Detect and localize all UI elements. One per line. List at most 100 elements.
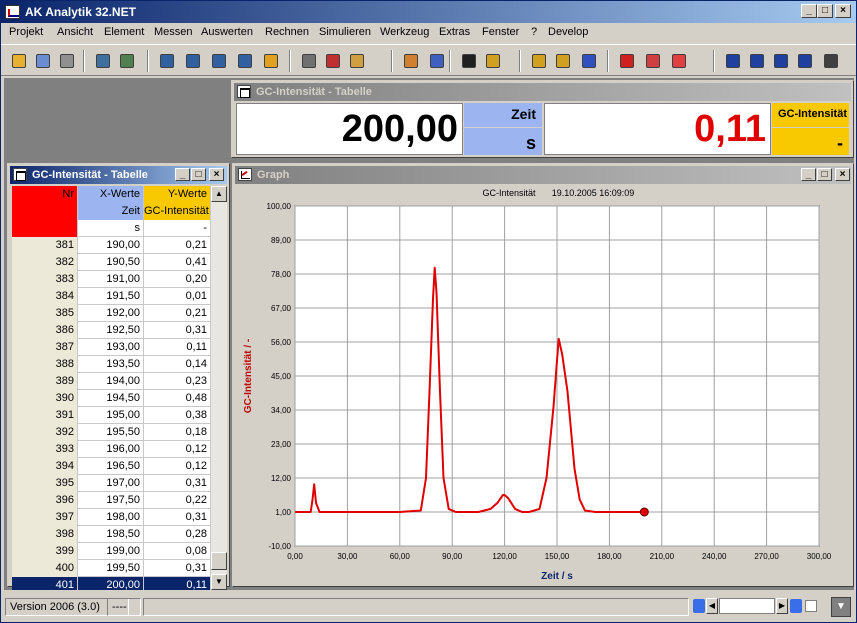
hardware-icon[interactable] [117,51,137,71]
x-value-cell[interactable]: 194,50 [78,390,144,407]
x-value-cell[interactable]: 195,50 [78,424,144,441]
row-number-cell[interactable]: 385 [12,305,78,322]
y-value-cell[interactable]: 0,21 [144,237,211,254]
row-number-cell[interactable]: 399 [12,543,78,560]
row-number-cell[interactable]: 387 [12,339,78,356]
edit-doc-icon[interactable] [427,51,447,71]
table-maximize-button[interactable]: □ [191,168,206,181]
menu-simulieren[interactable]: Simulieren [319,26,371,38]
graph-area[interactable]: 0,00 30,00 60,00 90,00 120,00 150,00 180,00 210… [237,186,847,586]
menu-fenster[interactable]: Fenster [482,26,519,38]
checkbox[interactable] [805,600,817,612]
table-row[interactable]: 389 194,00 0,23 [12,373,211,390]
table-row[interactable]: 398 198,50 0,28 [12,526,211,543]
row-number-cell[interactable]: 401 [12,577,78,590]
x-value-cell[interactable]: 198,00 [78,509,144,526]
row-number-cell[interactable]: 396 [12,492,78,509]
scroll-down-arrow-icon[interactable]: ▼ [211,574,227,590]
menu-rechnen[interactable]: Rechnen [265,26,309,38]
row-number-cell[interactable]: 395 [12,475,78,492]
last-record-icon[interactable] [790,599,802,613]
x-value-cell[interactable]: 192,00 [78,305,144,322]
x-value-cell[interactable]: 200,00 [78,577,144,590]
x-value-cell[interactable]: 197,50 [78,492,144,509]
expand-down-icon[interactable]: ▼ [831,597,851,617]
graph-close-button[interactable]: × [835,168,850,181]
table-row[interactable]: 390 194,50 0,48 [12,390,211,407]
y-column-header[interactable]: Y-Werte [144,186,211,203]
table-view-icon[interactable] [157,51,177,71]
graph-title-bar[interactable]: Graph _ □ × [235,166,851,184]
table-minimize-button[interactable]: _ [175,168,190,181]
graph-window[interactable]: Graph _ □ × 0,00 30,00 60,00 90,00 120,00 150… [232,163,854,587]
y-value-cell[interactable]: 0,20 [144,271,211,288]
value-display-window[interactable]: GC-Intensität - Tabelle 200,00 Zeit s 0,… [231,80,854,158]
graph-maximize-button[interactable]: □ [817,168,832,181]
x-value-cell[interactable]: 194,00 [78,373,144,390]
y-value-cell[interactable]: 0,31 [144,475,211,492]
row-number-cell[interactable]: 390 [12,390,78,407]
graph-view-icon[interactable] [183,51,203,71]
table-row[interactable]: 399 199,00 0,08 [12,543,211,560]
menu-auswerten[interactable]: Auswerten [201,26,253,38]
row-number-cell[interactable]: 386 [12,322,78,339]
chart-window-icon[interactable] [209,51,229,71]
row-number-cell[interactable]: 392 [12,424,78,441]
row-number-cell[interactable]: 388 [12,356,78,373]
table-row[interactable]: 385 192,00 0,21 [12,305,211,322]
record-slider[interactable] [719,598,775,614]
row-number-cell[interactable]: 397 [12,509,78,526]
table-row[interactable]: 387 193,00 0,11 [12,339,211,356]
palette-icon[interactable] [261,51,281,71]
y-value-cell[interactable]: 0,11 [144,339,211,356]
data-table[interactable]: Nr X-Werte Y-Werte Zeit GC-Intensität s … [12,186,211,590]
table-row[interactable]: 386 192,50 0,31 [12,322,211,339]
table-row[interactable]: 388 193,50 0,14 [12,356,211,373]
x-value-cell[interactable]: 190,00 [78,237,144,254]
pointer-icon[interactable] [459,51,479,71]
row-number-cell[interactable]: 393 [12,441,78,458]
first-record-icon[interactable] [693,599,705,613]
x-value-cell[interactable]: 199,50 [78,560,144,577]
tile-icon[interactable] [821,51,841,71]
y-value-cell[interactable]: 0,01 [144,288,211,305]
display-title-bar[interactable]: GC-Intensität - Tabelle [234,83,851,101]
title-bar[interactable]: AK Analytik 32.NET _ □ × [1,1,856,23]
menu-develop[interactable]: Develop [548,26,588,38]
x-value-cell[interactable]: 195,00 [78,407,144,424]
y-value-cell[interactable]: 0,28 [144,526,211,543]
crosshair-icon[interactable] [529,51,549,71]
maximize-button[interactable]: □ [817,4,833,18]
y-value-cell[interactable]: 0,31 [144,560,211,577]
chart-b-icon[interactable] [747,51,767,71]
table-vertical-scrollbar[interactable]: ▲ ▼ [211,186,227,590]
menu-extras[interactable]: Extras [439,26,470,38]
zoom-icon[interactable] [483,51,503,71]
eraser-icon[interactable] [669,51,689,71]
x-column-header[interactable]: X-Werte [78,186,144,203]
table-row[interactable]: 391 195,00 0,38 [12,407,211,424]
y-value-cell[interactable]: 0,38 [144,407,211,424]
menu-projekt[interactable]: Projekt [9,26,43,38]
x-value-cell[interactable]: 191,50 [78,288,144,305]
y-value-cell[interactable]: 0,14 [144,356,211,373]
x-value-cell[interactable]: 192,50 [78,322,144,339]
menu-element[interactable]: Element [104,26,144,38]
move-icon[interactable] [553,51,573,71]
x-value-cell[interactable]: 190,50 [78,254,144,271]
scroll-up-arrow-icon[interactable]: ▲ [211,186,227,202]
table-title-bar[interactable]: GC-Intensität - Tabelle _ □ × [10,166,227,184]
menu-help[interactable]: ? [531,26,537,38]
table-row[interactable]: 397 198,00 0,31 [12,509,211,526]
y-value-cell[interactable]: 0,11 [144,577,211,590]
row-number-cell[interactable]: 398 [12,526,78,543]
row-number-cell[interactable]: 382 [12,254,78,271]
menu-werkzeug[interactable]: Werkzeug [380,26,429,38]
text-icon[interactable] [617,51,637,71]
y-value-cell[interactable]: 0,12 [144,441,211,458]
x-value-cell[interactable]: 196,50 [78,458,144,475]
x-value-cell[interactable]: 197,00 [78,475,144,492]
row-number-cell[interactable]: 400 [12,560,78,577]
y-value-cell[interactable]: 0,22 [144,492,211,509]
table-row[interactable]: 396 197,50 0,22 [12,492,211,509]
